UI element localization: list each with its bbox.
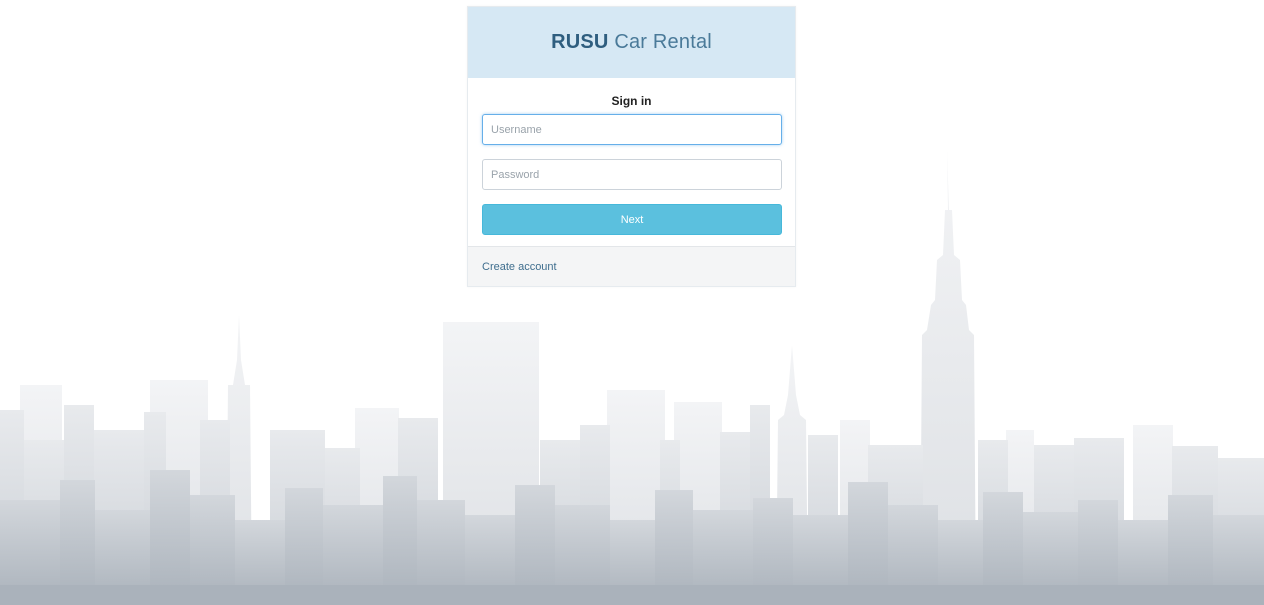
next-button[interactable]: Next xyxy=(482,204,782,235)
brand-name: RUSU xyxy=(551,31,609,53)
card-footer: Create account xyxy=(468,246,795,286)
login-card: RUSU Car Rental Sign in Next Create acco… xyxy=(467,6,796,287)
app-title: RUSU Car Rental xyxy=(551,31,712,54)
create-account-link[interactable]: Create account xyxy=(482,261,557,273)
card-header: RUSU Car Rental xyxy=(468,7,795,78)
brand-subtitle: Car Rental xyxy=(608,31,712,53)
signin-title: Sign in xyxy=(611,94,652,108)
login-page: RUSU Car Rental Sign in Next Create acco… xyxy=(0,0,1264,605)
card-body: Sign in Next xyxy=(468,78,795,246)
skyline-ground xyxy=(0,585,1264,605)
username-input[interactable] xyxy=(482,114,782,145)
password-input[interactable] xyxy=(482,159,782,190)
